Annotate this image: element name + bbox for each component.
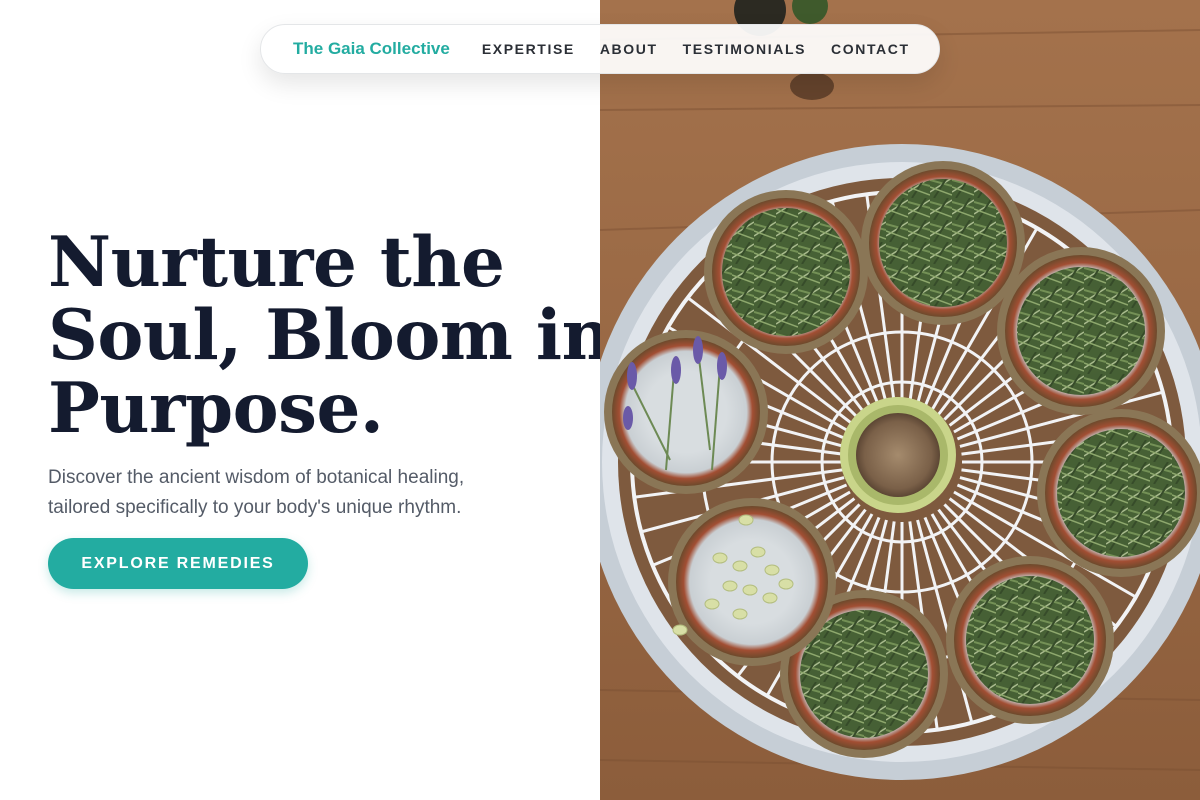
hero-image <box>600 0 1200 800</box>
subtext-line-2: tailored specifically to your body's uni… <box>48 497 462 518</box>
headline-line-1: Nurture the <box>48 222 505 303</box>
nav-link-expertise[interactable]: EXPERTISE <box>482 41 575 57</box>
nav-link-contact[interactable]: CONTACT <box>831 41 910 57</box>
headline-line-3: Purpose. <box>48 368 384 449</box>
nav-link-about[interactable]: ABOUT <box>600 41 658 57</box>
hero-subtext: Discover the ancient wisdom of botanical… <box>48 463 518 523</box>
explore-remedies-button[interactable]: EXPLORE REMEDIES <box>48 538 308 589</box>
hero-section: Nurture the Soul, Bloom in Purpose. Disc… <box>0 0 612 800</box>
nav-link-testimonials[interactable]: TESTIMONIALS <box>683 41 806 57</box>
hero-headline: Nurture the Soul, Bloom in Purpose. <box>48 222 612 449</box>
headline-line-2: Soul, Bloom in <box>48 295 612 376</box>
subtext-line-1: Discover the ancient wisdom of botanical… <box>48 467 465 488</box>
nav-links: EXPERTISE ABOUT TESTIMONIALS CONTACT <box>482 41 910 57</box>
brand-logo-link[interactable]: The Gaia Collective <box>293 39 450 59</box>
navigation-bar: The Gaia Collective EXPERTISE ABOUT TEST… <box>260 24 940 74</box>
